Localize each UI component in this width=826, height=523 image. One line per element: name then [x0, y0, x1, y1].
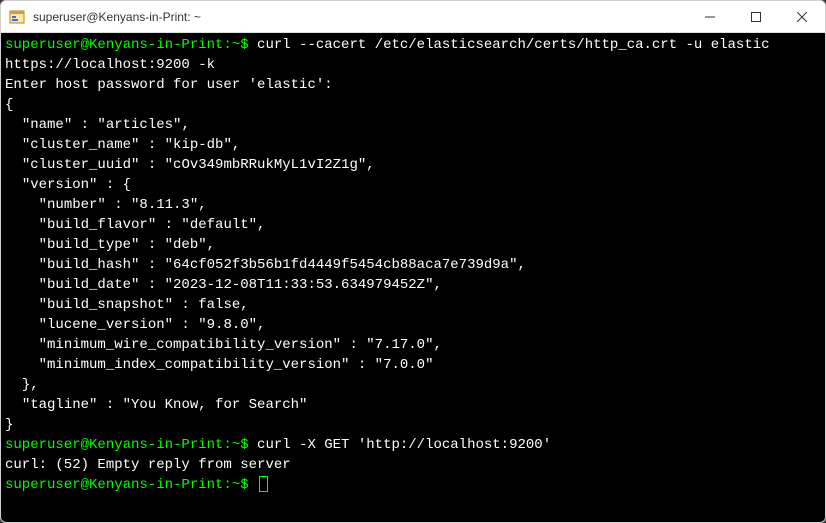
minimize-button[interactable] — [687, 1, 733, 33]
output-line: Enter host password for user 'elastic': — [5, 75, 821, 95]
output-line: "number" : "8.11.3", — [5, 195, 821, 215]
terminal-body[interactable]: superuser@Kenyans-in-Print:~$ curl --cac… — [1, 33, 825, 522]
output-line: "build_type" : "deb", — [5, 235, 821, 255]
close-button[interactable] — [779, 1, 825, 33]
shell-prompt: superuser@Kenyans-in-Print:~$ — [5, 477, 249, 493]
output-line: curl: (52) Empty reply from server — [5, 455, 821, 475]
output-line: "minimum_wire_compatibility_version" : "… — [5, 335, 821, 355]
output-line: "build_flavor" : "default", — [5, 215, 821, 235]
output-line: "lucene_version" : "9.8.0", — [5, 315, 821, 335]
output-line: "build_date" : "2023-12-08T11:33:53.6349… — [5, 275, 821, 295]
output-line: "tagline" : "You Know, for Search" — [5, 395, 821, 415]
maximize-button[interactable] — [733, 1, 779, 33]
output-line: "build_snapshot" : false, — [5, 295, 821, 315]
output-line: }, — [5, 375, 821, 395]
output-line: "minimum_index_compatibility_version" : … — [5, 355, 821, 375]
app-icon — [9, 9, 25, 25]
terminal-window: superuser@Kenyans-in-Print: ~ superuser@… — [0, 0, 826, 523]
titlebar[interactable]: superuser@Kenyans-in-Print: ~ — [1, 1, 825, 33]
shell-prompt: superuser@Kenyans-in-Print:~$ — [5, 37, 249, 53]
output-line: { — [5, 95, 821, 115]
output-line: } — [5, 415, 821, 435]
command-text: curl -X GET 'http://localhost:9200' — [249, 437, 551, 453]
output-line: "build_hash" : "64cf052f3b56b1fd4449f545… — [5, 255, 821, 275]
shell-prompt: superuser@Kenyans-in-Print:~$ — [5, 437, 249, 453]
output-line: "cluster_uuid" : "cOv349mbRRukMyL1vI2Z1g… — [5, 155, 821, 175]
output-line: "version" : { — [5, 175, 821, 195]
output-line: "name" : "articles", — [5, 115, 821, 135]
window-title: superuser@Kenyans-in-Print: ~ — [33, 10, 687, 24]
cursor-icon — [259, 476, 268, 492]
output-line: "cluster_name" : "kip-db", — [5, 135, 821, 155]
window-controls — [687, 1, 825, 32]
